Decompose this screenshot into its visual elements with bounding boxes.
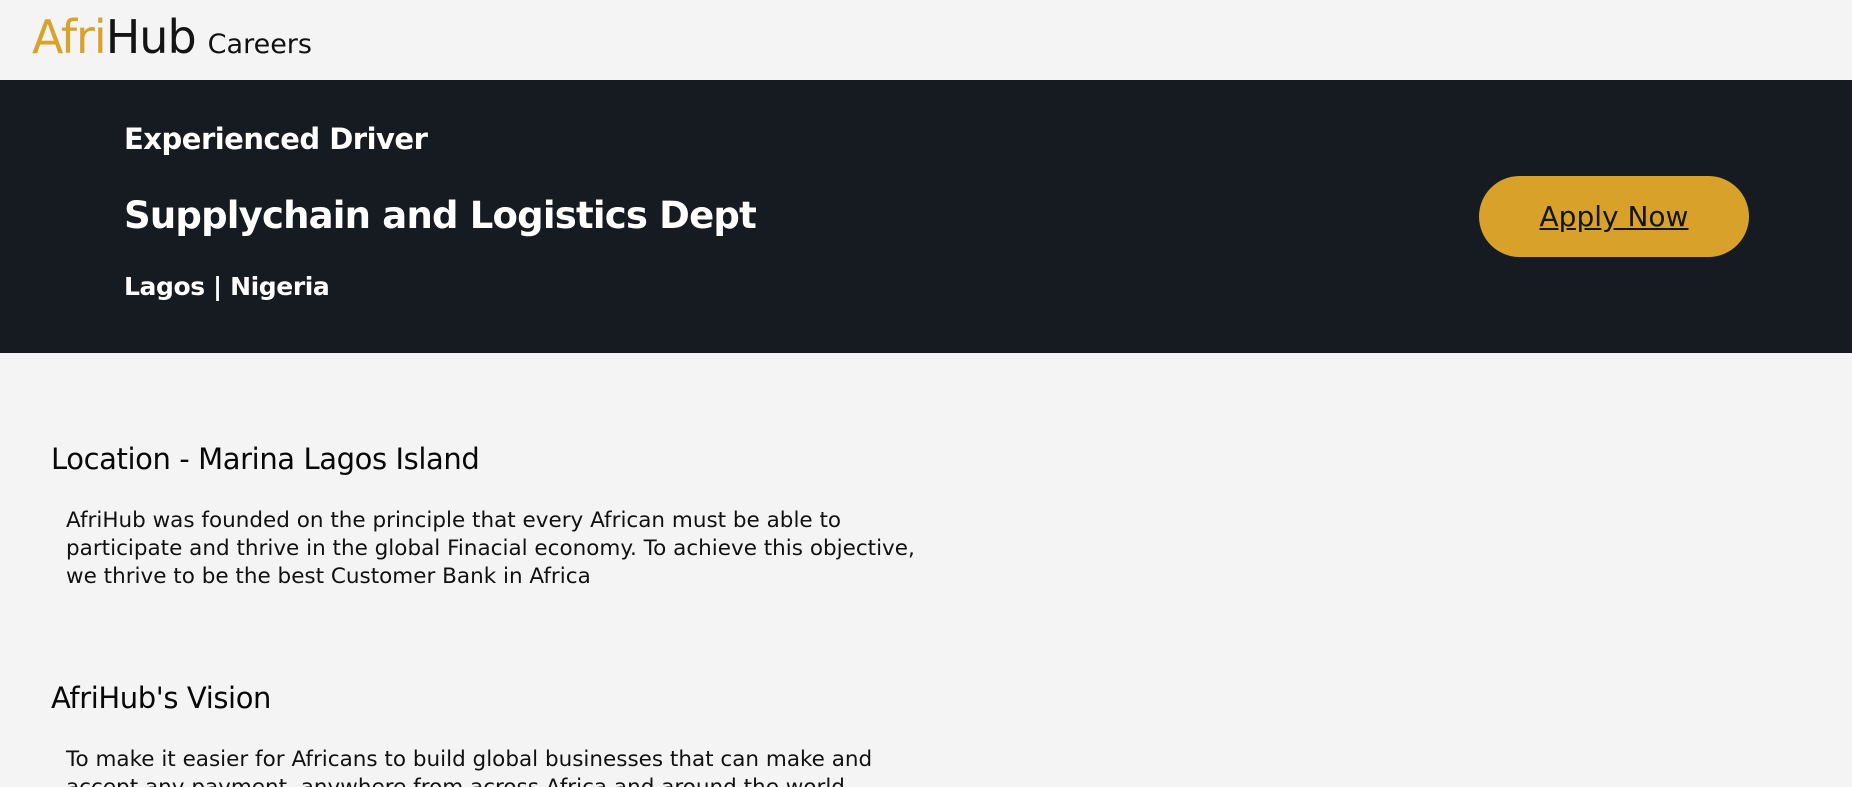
logo-afri-text: Afri — [32, 10, 107, 64]
careers-label: Careers — [207, 29, 312, 60]
logo-hub-text: Hub — [105, 10, 197, 64]
afrihub-logo[interactable]: AfriHub — [32, 10, 197, 64]
job-description-content: Location - Marina Lagos Island AfriHub w… — [0, 353, 1852, 787]
location-section-body: AfriHub was founded on the principle tha… — [66, 508, 915, 589]
vision-section-body: To make it easier for Africans to build … — [66, 747, 873, 787]
job-department: Supplychain and Logistics Dept — [124, 194, 757, 237]
job-title: Experienced Driver — [124, 122, 428, 156]
location-section-heading: Location - Marina Lagos Island — [51, 442, 480, 476]
brand[interactable]: AfriHub Careers — [32, 10, 312, 64]
apply-now-button[interactable]: Apply Now — [1479, 176, 1749, 257]
vision-section-heading: AfriHub's Vision — [51, 681, 272, 715]
top-navigation-bar: AfriHub Careers — [0, 0, 1852, 81]
job-location: Lagos | Nigeria — [124, 272, 330, 301]
job-hero-banner: Experienced Driver Supplychain and Logis… — [0, 81, 1852, 353]
